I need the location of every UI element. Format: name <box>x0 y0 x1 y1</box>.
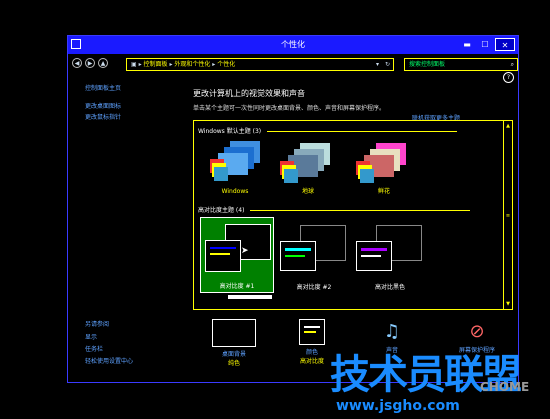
theme-high-contrast-2-thumbnail <box>280 241 316 271</box>
maximize-button[interactable]: ☐ <box>477 38 493 51</box>
sidebar-item-display[interactable]: 显示 <box>85 332 97 341</box>
theme-windows[interactable]: Windows <box>200 139 270 197</box>
main-header: 更改计算机上的视觉效果和声音 单击某个主题可一次性同时更改桌面背景、颜色、声音和… <box>193 88 509 112</box>
desktop-background-button[interactable]: 桌面背景 纯色 <box>204 319 264 367</box>
breadcrumb-item[interactable]: 个性化 <box>217 61 235 68</box>
sidebar-item-taskbar[interactable]: 任务栏 <box>85 344 103 353</box>
screen-saver-icon: ⊘ <box>469 321 485 342</box>
title-bar[interactable]: 个性化 ▬ ☐ ✕ <box>68 36 518 54</box>
page-description: 单击某个主题可一次性同时更改桌面背景、颜色、声音和屏幕保护程序。 <box>193 105 386 112</box>
address-bar: ◀ ▶ ▲ ▣ ▸ 控制面板 ▸ 外观和个性化 ▸ 个性化 ▾ ↻ 搜索控制面板… <box>72 58 518 72</box>
search-input[interactable]: 搜索控制面板 ⌕ <box>404 58 518 71</box>
mouse-cursor: ➤ <box>241 246 249 256</box>
search-icon[interactable]: ⌕ <box>511 59 514 70</box>
control-panel-icon: ▣ ▸ <box>131 61 144 68</box>
horizontal-scroll-thumb[interactable] <box>228 295 272 299</box>
theme-earth[interactable]: 地球 <box>270 139 346 197</box>
theme-high-contrast-black[interactable]: 高对比黑色 <box>352 217 428 293</box>
theme-flowers-thumbnail <box>356 143 406 183</box>
sidebar-item-desktop-icons[interactable]: 更改桌面图标 <box>85 101 121 110</box>
section-high-contrast-themes: 高对比度主题 (4) <box>198 205 471 214</box>
desktop-background-thumbnail <box>212 319 256 347</box>
scroll-down-icon[interactable]: ▼ <box>504 301 512 307</box>
breadcrumb[interactable]: ▣ ▸ 控制面板 ▸ 外观和个性化 ▸ 个性化 ▾ ↻ <box>126 58 394 71</box>
theme-list: Windows 默认主题 (3) Windows 地球 鲜花 高对比度主题 (4… <box>193 120 513 310</box>
scroll-thumb[interactable]: ≡ <box>504 213 512 219</box>
watermark-corner: CHOME <box>480 380 530 394</box>
color-thumbnail <box>299 319 325 345</box>
theme-high-contrast-2[interactable]: 高对比度 #2 <box>276 217 352 293</box>
theme-high-contrast-1[interactable]: ➤ 高对比度 #1 <box>200 217 274 293</box>
sidebar-item-control-panel-home[interactable]: 控制面板主页 <box>85 83 121 92</box>
sidebar-item-mouse-pointers[interactable]: 更改鼠标指针 <box>85 112 121 121</box>
window-title: 个性化 <box>281 40 305 49</box>
breadcrumb-item[interactable]: 外观和个性化 <box>174 61 210 68</box>
close-button[interactable]: ✕ <box>495 38 515 51</box>
section-default-themes: Windows 默认主题 (3) <box>198 126 458 135</box>
screen-saver-button[interactable]: ⊘ 屏幕保护程序 <box>442 319 512 354</box>
back-icon[interactable]: ◀ <box>72 58 82 68</box>
scroll-up-icon[interactable]: ▲ <box>504 123 512 129</box>
window-controls: ▬ ☐ ✕ <box>459 38 515 51</box>
theme-earth-thumbnail <box>280 143 330 183</box>
sidebar-item-ease-of-access[interactable]: 轻松使用设置中心 <box>85 356 133 365</box>
breadcrumb-item[interactable]: 控制面板 <box>144 61 168 68</box>
sound-icon: ♫ <box>383 321 401 342</box>
theme-high-contrast-1-thumbnail <box>205 240 241 272</box>
forward-icon[interactable]: ▶ <box>85 58 95 68</box>
theme-flowers[interactable]: 鲜花 <box>346 139 422 197</box>
minimize-button[interactable]: ▬ <box>459 38 475 51</box>
personalization-window: 个性化 ▬ ☐ ✕ ◀ ▶ ▲ ▣ ▸ 控制面板 ▸ 外观和个性化 ▸ 个性化 … <box>67 35 519 383</box>
nav-buttons: ◀ ▶ ▲ <box>72 58 108 68</box>
theme-high-contrast-black-thumbnail <box>356 241 392 271</box>
refresh-icon[interactable]: ↻ <box>385 59 390 70</box>
theme-windows-thumbnail <box>210 141 260 181</box>
see-also-heading: 另请参阅 <box>85 321 110 328</box>
page-title: 更改计算机上的视觉效果和声音 <box>193 89 305 98</box>
dropdown-icon[interactable]: ▾ <box>376 59 379 70</box>
watermark-url: www.jsgho.com <box>336 398 460 414</box>
help-icon[interactable]: ? <box>503 72 514 83</box>
sound-button[interactable]: ♫ 声音 <box>362 319 422 354</box>
vertical-scrollbar[interactable]: ▲ ≡ ▼ <box>503 121 512 309</box>
up-icon[interactable]: ▲ <box>98 58 108 68</box>
